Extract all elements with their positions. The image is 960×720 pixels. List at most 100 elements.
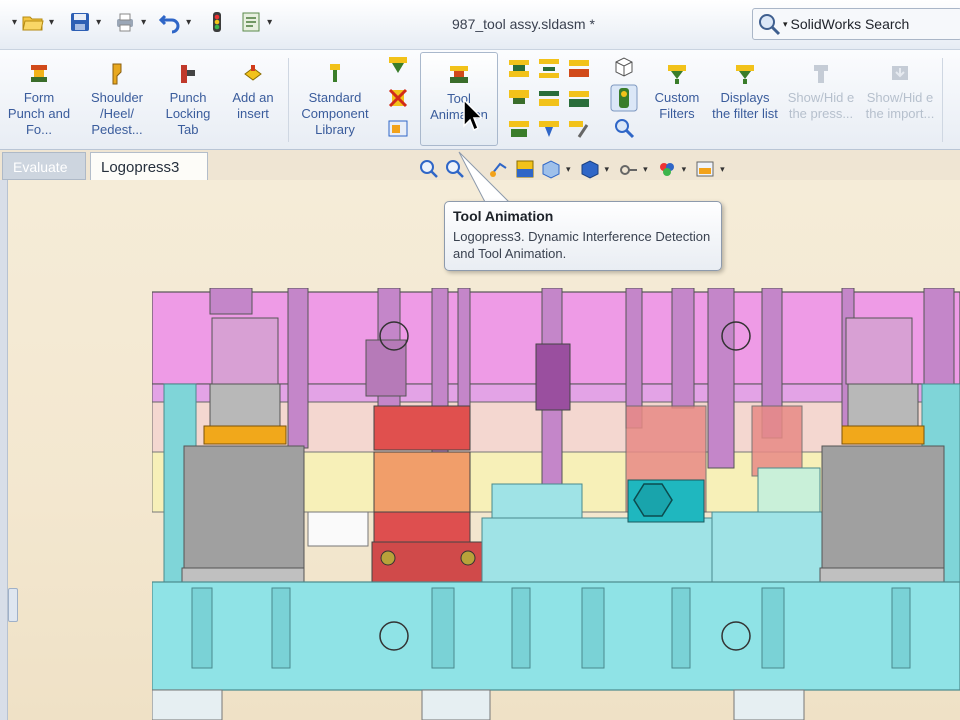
die-set-open-icon[interactable] xyxy=(537,57,561,81)
custom-filters-icon xyxy=(668,65,686,84)
print-icon[interactable] xyxy=(113,10,137,34)
lower-base-block-mid xyxy=(421,689,491,720)
form-punch-button[interactable]: Form Punch and Fo... xyxy=(6,62,72,138)
punch-filter-icon[interactable] xyxy=(386,54,410,78)
inspect-icon[interactable] xyxy=(612,116,636,140)
shoulder-button[interactable]: Shoulder /Heel/ Pedest... xyxy=(80,62,154,138)
feature-manager-edge[interactable] xyxy=(0,180,8,720)
tab-evaluate[interactable]: Evaluate xyxy=(2,152,86,180)
show-hide-import-button[interactable]: Show/Hid e the import... xyxy=(862,62,938,122)
box-view-icon[interactable] xyxy=(612,54,636,78)
green-guide xyxy=(757,467,821,513)
delete-component-icon[interactable] xyxy=(386,86,410,110)
import-icon xyxy=(892,66,908,80)
undo-icon[interactable] xyxy=(158,10,182,34)
pilot-icon[interactable] xyxy=(537,117,561,141)
punch-locking-icon xyxy=(181,65,195,83)
ribbon-separator xyxy=(288,58,289,142)
guide-bushing-left xyxy=(203,425,287,445)
small-tools-grid xyxy=(504,54,594,144)
die-assembly-model[interactable] xyxy=(152,288,960,720)
view-orientation-icon[interactable] xyxy=(540,158,562,180)
undo-caret[interactable]: ▾ xyxy=(186,17,191,28)
interference-toggle-icon[interactable] xyxy=(610,84,638,112)
save-caret[interactable]: ▾ xyxy=(96,17,101,28)
red-bolt-right xyxy=(460,550,476,566)
die-cyan-insert xyxy=(491,483,583,521)
component-library-icon xyxy=(330,64,340,82)
search-caret-icon[interactable]: ▾ xyxy=(783,19,788,30)
die-cyan-insert-3 xyxy=(711,511,823,585)
component-properties-icon[interactable] xyxy=(386,116,410,140)
save-icon[interactable] xyxy=(68,10,92,34)
white-wedge xyxy=(307,511,369,547)
red-die-block-bottom xyxy=(373,511,471,543)
guide-post-right-neck xyxy=(847,383,919,427)
press-icon xyxy=(814,65,828,83)
panel-collapse-handle[interactable] xyxy=(8,588,18,622)
purple-punch-block xyxy=(535,343,571,411)
punch-locking-tab-button[interactable]: Punch Locking Tab xyxy=(160,62,216,138)
strip-icon[interactable] xyxy=(507,117,531,141)
open-caret[interactable]: ▾ xyxy=(49,17,54,28)
search-box[interactable]: ▾ SolidWorks Search xyxy=(752,8,960,40)
scene-icon[interactable] xyxy=(694,158,716,180)
document-title: 987_tool assy.sldasm * xyxy=(452,16,595,32)
qa-menu-caret[interactable]: ▾ xyxy=(12,17,17,28)
punch-locking-label: Punch Locking Tab xyxy=(165,90,211,137)
search-label: SolidWorks Search xyxy=(790,16,910,32)
zoom-to-fit-icon[interactable] xyxy=(418,158,440,180)
form-punch-icon xyxy=(31,65,47,82)
custom-filters-button[interactable]: Custom Filters xyxy=(646,62,708,122)
hide-show-caret[interactable]: ▾ xyxy=(643,164,648,175)
filter-list-icon xyxy=(736,65,754,84)
middle-tool-icon[interactable] xyxy=(537,87,561,111)
upper-bushing-left xyxy=(211,317,279,385)
rebuild-icon[interactable] xyxy=(205,10,229,34)
display-style-icon[interactable] xyxy=(579,158,601,180)
die-set-icon[interactable] xyxy=(507,57,531,81)
quick-access-toolbar: ▾ ▾ ▾ ▾ ▾ ▾ xyxy=(8,10,276,34)
tooltip-pointer xyxy=(458,151,511,203)
mouse-cursor-icon xyxy=(463,98,484,132)
tools-edit-icon[interactable] xyxy=(567,117,591,141)
open-folder-icon[interactable] xyxy=(21,10,45,34)
properties-caret[interactable]: ▾ xyxy=(267,17,272,28)
guide-post-left xyxy=(183,445,305,571)
display-style-caret[interactable]: ▾ xyxy=(605,164,610,175)
lower-base-block-right xyxy=(733,689,805,720)
displays-filter-list-label: Displays the filter list xyxy=(712,90,778,121)
guide-bushing-right xyxy=(841,425,925,445)
print-caret[interactable]: ▾ xyxy=(141,17,146,28)
custom-filters-label: Custom Filters xyxy=(654,90,700,121)
file-properties-icon[interactable] xyxy=(239,10,263,34)
lower-base-block-left xyxy=(152,689,223,720)
upper-bushing-right xyxy=(845,317,913,385)
view-orientation-caret[interactable]: ▾ xyxy=(566,164,571,175)
scene-caret[interactable]: ▾ xyxy=(720,164,725,175)
form-punch-label: Form Punch and Fo... xyxy=(7,90,71,137)
lower-tool-icon[interactable] xyxy=(567,87,591,111)
upper-tool-icon[interactable] xyxy=(507,87,531,111)
standard-component-library-button[interactable]: Standard Component Library xyxy=(294,62,376,138)
appearance-caret[interactable]: ▾ xyxy=(682,164,687,175)
tab-logopress3[interactable]: Logopress3 xyxy=(90,152,208,180)
die-set-closed-icon[interactable] xyxy=(567,57,591,81)
guide-post-right-foot xyxy=(819,567,945,583)
displays-filter-list-button[interactable]: Displays the filter list xyxy=(712,62,778,122)
add-insert-label: Add an insert xyxy=(232,90,274,121)
show-hide-press-button[interactable]: Show/Hid e the press... xyxy=(784,62,858,122)
orange-die-block xyxy=(373,451,471,513)
hide-show-items-icon[interactable] xyxy=(617,158,639,180)
tool-animation-icon xyxy=(450,66,468,83)
section-view-icon[interactable] xyxy=(514,158,536,180)
appearance-icon[interactable] xyxy=(656,158,678,180)
ribbon-end-separator xyxy=(942,58,943,142)
add-insert-button[interactable]: Add an insert xyxy=(224,62,282,122)
shoulder-icon xyxy=(112,63,122,85)
title-bar: ▾ ▾ ▾ ▾ ▾ ▾ 987_tool assy.sldasm * ▾ Sol… xyxy=(0,0,960,50)
tooltip-title: Tool Animation xyxy=(453,208,554,224)
standard-component-library-label: Standard Component Library xyxy=(301,90,369,137)
tool-animation-button[interactable]: Tool Animation xyxy=(420,52,498,146)
guide-post-left-foot xyxy=(181,567,305,583)
